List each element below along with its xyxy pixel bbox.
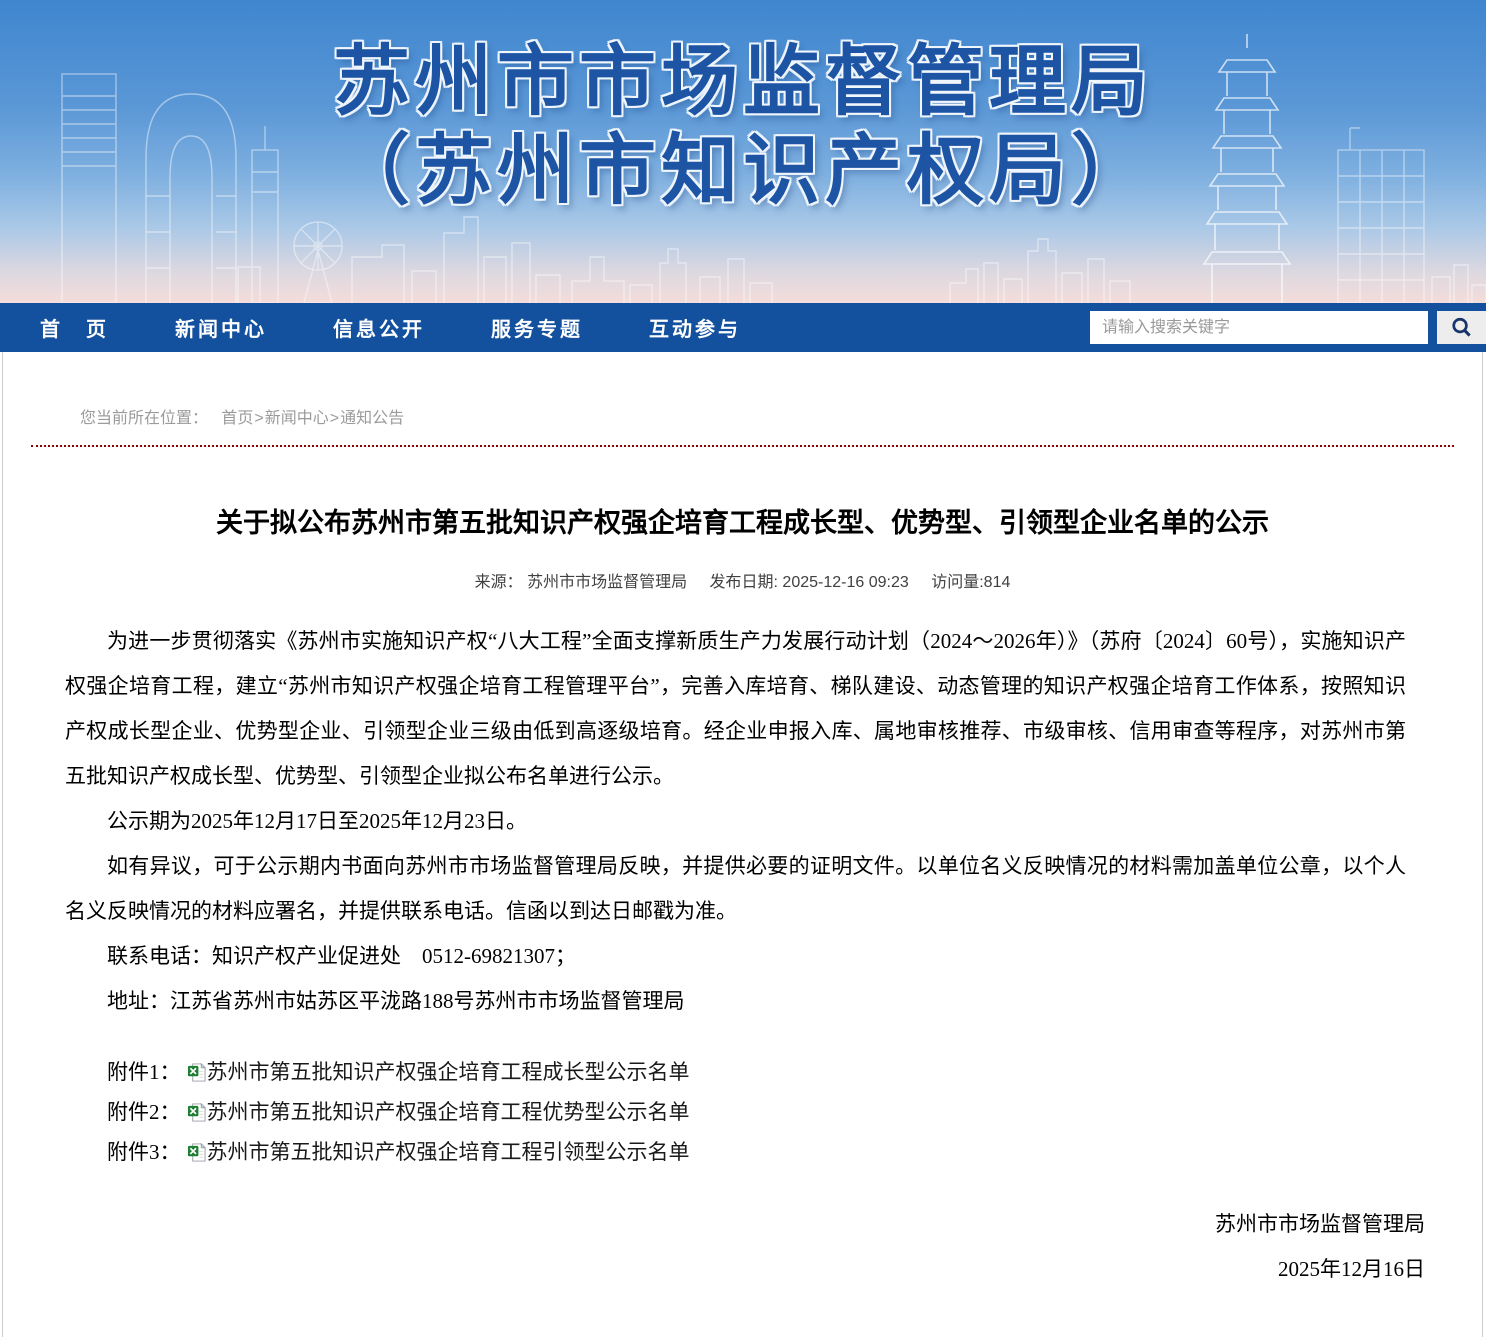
attachment-link-leading-list[interactable]: 苏州市第五批知识产权强企培育工程引领型公示名单 (207, 1140, 690, 1164)
attachment-row: 附件3： 苏州市第五批知识产权强企培育工程引领型公示名单 (65, 1132, 1406, 1172)
excel-file-icon (187, 1063, 206, 1087)
attachment-link-growth-list[interactable]: 苏州市第五批知识产权强企培育工程成长型公示名单 (207, 1060, 690, 1084)
paragraph-address: 地址：江苏省苏州市姑苏区平泷路188号苏州市市场监督管理局 (65, 979, 1406, 1024)
nav-item-home[interactable]: 首 页 (40, 319, 109, 341)
paragraph-intro: 为进一步贯彻落实《苏州市实施知识产权“八大工程”全面支撑新质生产力发展行动计划（… (65, 619, 1406, 799)
attachment-label: 附件3： (107, 1140, 181, 1164)
search-button[interactable] (1437, 311, 1486, 344)
signature-org: 苏州市市场监督管理局 (3, 1202, 1425, 1247)
attachment-link-advantage-list[interactable]: 苏州市第五批知识产权强企培育工程优势型公示名单 (207, 1100, 690, 1124)
article-signature: 苏州市市场监督管理局 2025年12月16日 (3, 1202, 1482, 1292)
breadcrumb-separator: > (254, 410, 263, 427)
attachment-list: 附件1： 苏州市第五批知识产权强企培育工程成长型公示名单 附件2： 苏州市第五批知识… (65, 1052, 1406, 1172)
paragraph-contact-phone: 联系电话：知识产权产业促进处 0512-69821307； (65, 934, 1406, 979)
breadcrumb-news[interactable]: 新闻中心 (265, 410, 329, 427)
article-title: 关于拟公布苏州市第五批知识产权强企培育工程成长型、优势型、引领型企业名单的公示 (63, 505, 1422, 541)
signature-date: 2025年12月16日 (3, 1247, 1425, 1292)
breadcrumb-home[interactable]: 首页 (221, 410, 253, 427)
site-title-line1: 苏州市市场监督管理局 (0, 38, 1486, 127)
attachment-row: 附件1： 苏州市第五批知识产权强企培育工程成长型公示名单 (65, 1052, 1406, 1092)
article-view-count: 访问量:814 (931, 574, 1010, 591)
nav-item-info-disclosure[interactable]: 信息公开 (333, 319, 425, 341)
main-nav: 首 页 新闻中心 信息公开 服务专题 互动参与 (0, 303, 1486, 352)
paragraph-publicity-period: 公示期为2025年12月17日至2025年12月23日。 (65, 799, 1406, 844)
nav-item-news[interactable]: 新闻中心 (175, 319, 267, 341)
nav-item-interaction[interactable]: 互动参与 (649, 319, 741, 341)
content-container: 您当前所在位置： 首页>新闻中心>通知公告 关于拟公布苏州市第五批知识产权强企培… (2, 352, 1483, 1337)
article-publish-date: 发布日期: 2025-12-16 09:23 (710, 574, 909, 591)
breadcrumb: 您当前所在位置： 首页>新闻中心>通知公告 (3, 352, 1482, 428)
attachment-label: 附件1： (107, 1060, 181, 1084)
article-body: 为进一步贯彻落实《苏州市实施知识产权“八大工程”全面支撑新质生产力发展行动计划（… (65, 619, 1406, 1024)
breadcrumb-prefix: 您当前所在位置： (80, 410, 208, 427)
nav-item-service-topics[interactable]: 服务专题 (491, 319, 583, 341)
search-icon (1450, 316, 1473, 339)
paragraph-objection: 如有异议，可于公示期内书面向苏州市市场监督管理局反映，并提供必要的证明文件。以单… (65, 844, 1406, 934)
breadcrumb-notices[interactable]: 通知公告 (340, 410, 404, 427)
attachment-row: 附件2： 苏州市第五批知识产权强企培育工程优势型公示名单 (65, 1092, 1406, 1132)
site-banner: 苏州市市场监督管理局 （苏州市知识产权局） (0, 0, 1486, 303)
breadcrumb-separator: > (330, 410, 339, 427)
article-meta: 来源： 苏州市市场监督管理局 发布日期: 2025-12-16 09:23 访问… (3, 568, 1482, 592)
site-title-line2: （苏州市知识产权局） (0, 127, 1486, 216)
search-input[interactable] (1090, 311, 1428, 344)
article-source: 来源： 苏州市市场监督管理局 (475, 574, 687, 591)
excel-file-icon (187, 1103, 206, 1127)
site-title: 苏州市市场监督管理局 （苏州市知识产权局） (0, 38, 1486, 216)
excel-file-icon (187, 1143, 206, 1167)
attachment-label: 附件2： (107, 1100, 181, 1124)
dotted-divider (31, 445, 1454, 447)
